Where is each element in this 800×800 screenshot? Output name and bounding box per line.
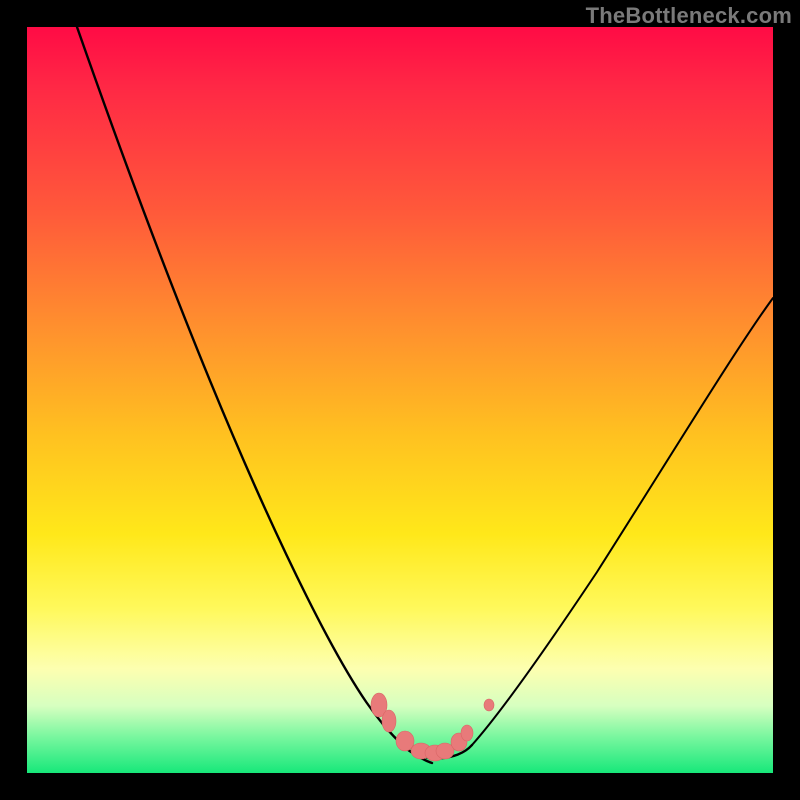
curve-left — [77, 27, 432, 763]
chart-plot-area — [27, 27, 773, 773]
marker-group — [371, 693, 494, 761]
watermark-text: TheBottleneck.com — [586, 3, 792, 29]
curve-right — [472, 298, 773, 745]
marker-dot — [396, 731, 414, 751]
chart-svg — [27, 27, 773, 773]
marker-dot — [484, 699, 494, 711]
marker-dot — [461, 725, 473, 741]
marker-dot — [382, 710, 396, 732]
